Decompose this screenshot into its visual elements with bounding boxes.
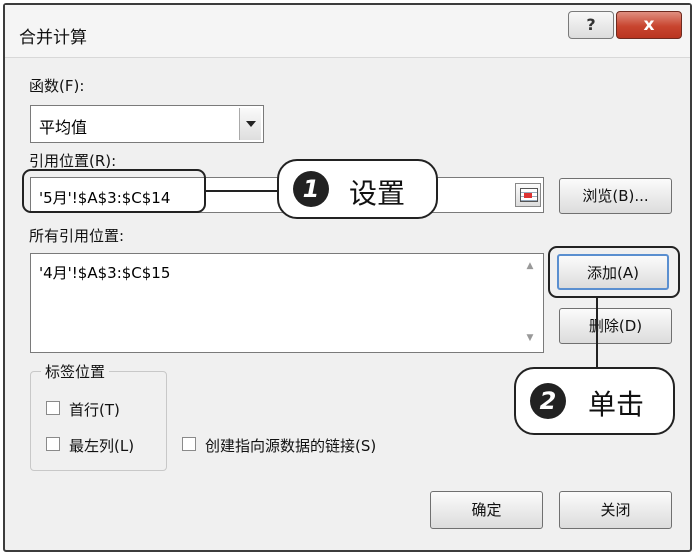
browse-button[interactable]: 浏览(B)...: [559, 178, 672, 214]
callout-click: 2 单击: [514, 367, 675, 435]
all-references-label: 所有引用位置:: [29, 227, 125, 245]
list-item[interactable]: '4月'!$A$3:$C$15: [39, 262, 170, 283]
chevron-down-icon[interactable]: [239, 108, 261, 140]
left-column-checkbox[interactable]: [46, 437, 60, 451]
callout-number-2: 2: [530, 383, 566, 419]
label-position-group: [30, 371, 167, 471]
create-links-label: 创建指向源数据的链接(S): [205, 437, 377, 455]
dialog-title: 合并计算: [19, 28, 87, 48]
function-label: 函数(F):: [29, 77, 85, 95]
scroll-up-icon[interactable]: ▲: [523, 261, 537, 273]
function-select[interactable]: 平均值: [30, 105, 264, 143]
callout-connector-2: [596, 298, 598, 368]
title-bar: 合并计算 ? x: [5, 5, 690, 58]
callout-connector-1: [206, 190, 278, 192]
close-button[interactable]: 关闭: [559, 491, 672, 529]
top-row-label: 首行(T): [69, 401, 120, 419]
delete-button[interactable]: 删除(D): [559, 308, 672, 344]
callout-number-1: 1: [293, 171, 329, 207]
label-position-group-label: 标签位置: [41, 361, 110, 382]
reference-highlight-box: [22, 169, 206, 213]
callout-set: 1 设置: [277, 159, 438, 219]
add-highlight-box: [548, 246, 680, 298]
left-column-label: 最左列(L): [69, 437, 135, 455]
all-references-list[interactable]: '4月'!$A$3:$C$15: [30, 253, 544, 353]
top-row-checkbox[interactable]: [46, 401, 60, 415]
collapse-dialog-icon[interactable]: [515, 183, 541, 207]
create-links-checkbox[interactable]: [182, 437, 196, 451]
callout-text-1: 设置: [349, 177, 406, 210]
callout-text-2: 单击: [588, 388, 645, 421]
reference-label: 引用位置(R):: [29, 152, 117, 170]
ok-button[interactable]: 确定: [430, 491, 543, 529]
scroll-down-icon[interactable]: ▼: [523, 333, 537, 345]
window-close-button[interactable]: x: [616, 11, 682, 39]
function-selected-value: 平均值: [39, 118, 88, 137]
help-button[interactable]: ?: [568, 11, 614, 39]
